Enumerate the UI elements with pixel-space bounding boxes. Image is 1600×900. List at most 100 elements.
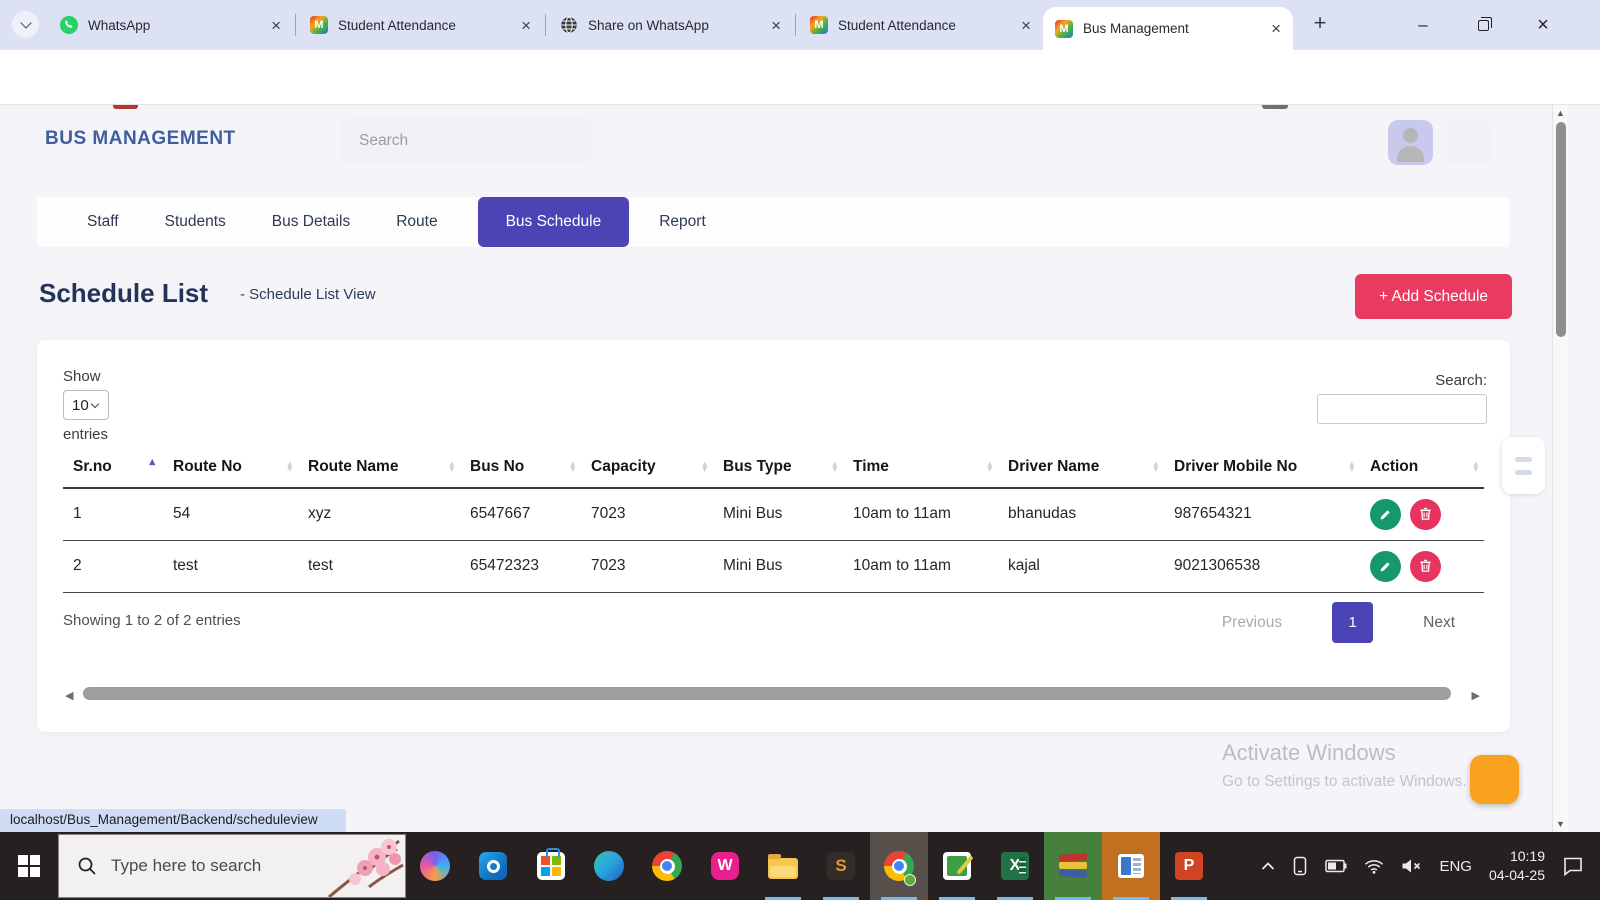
scroll-down-arrow[interactable]: ▼ <box>1556 819 1565 829</box>
windows-taskbar: Type here to search W S X P ENG 10:19 04… <box>0 832 1600 900</box>
activate-windows-subtext: Go to Settings to activate Windows. <box>1222 773 1467 791</box>
language-indicator[interactable]: ENG <box>1439 858 1472 875</box>
nav-item-report[interactable]: Report <box>659 213 706 231</box>
site-brand: BUS MANAGEMENT <box>45 128 236 150</box>
hscroll-right-arrow[interactable]: ▶ <box>1472 689 1480 702</box>
chrome-icon <box>652 851 682 881</box>
attendance-app-icon: M <box>810 16 828 34</box>
site-search-input[interactable] <box>341 118 591 164</box>
col-bus-type[interactable]: Bus Type▴▾ <box>713 446 843 488</box>
nav-item-staff[interactable]: Staff <box>87 213 119 231</box>
tab-search-chevron-button[interactable] <box>12 11 39 38</box>
tab-title: WhatsApp <box>88 18 263 33</box>
window-close-button[interactable]: × <box>1520 0 1566 50</box>
clock[interactable]: 10:19 04-04-25 <box>1489 847 1545 885</box>
nav-item-students[interactable]: Students <box>165 213 226 231</box>
col-capacity[interactable]: Capacity▴▾ <box>581 446 713 488</box>
close-icon[interactable]: × <box>1271 20 1281 37</box>
tab-student-attendance-2[interactable]: M Student Attendance × <box>798 0 1043 50</box>
cell-action <box>1360 488 1484 540</box>
col-srno[interactable]: Sr.no▴ <box>63 446 163 488</box>
taskbar-edge-icon[interactable] <box>580 832 638 900</box>
scroll-up-arrow[interactable]: ▲ <box>1556 108 1565 118</box>
col-bus-no[interactable]: Bus No▴▾ <box>460 446 581 488</box>
col-route-no[interactable]: Route No▴▾ <box>163 446 298 488</box>
nav-item-bus-schedule-active[interactable]: Bus Schedule <box>478 197 630 247</box>
edit-button[interactable] <box>1370 499 1401 530</box>
window-minimize-button[interactable]: – <box>1400 0 1446 50</box>
page-number-button[interactable]: 1 <box>1332 602 1373 643</box>
col-time[interactable]: Time▴▾ <box>843 446 998 488</box>
new-tab-button[interactable]: + <box>1305 10 1335 36</box>
floating-panel-handle[interactable] <box>1502 437 1545 494</box>
add-schedule-button[interactable]: + Add Schedule <box>1355 274 1512 319</box>
taskbar-search-box[interactable]: Type here to search <box>58 834 406 898</box>
chat-widget-button[interactable] <box>1470 755 1519 804</box>
tab-separator <box>545 14 546 36</box>
taskbar-winrar-icon[interactable] <box>1044 832 1102 900</box>
next-page-button[interactable]: Next <box>1423 614 1455 632</box>
taskbar-powerpoint-icon[interactable]: P <box>1160 832 1218 900</box>
outlook-icon <box>479 852 507 880</box>
close-icon[interactable]: × <box>771 17 781 34</box>
vertical-scrollbar[interactable]: ▲ ▼ <box>1552 105 1568 832</box>
phone-link-icon[interactable] <box>1292 856 1308 876</box>
user-avatar[interactable] <box>1388 120 1433 165</box>
col-driver-name[interactable]: Driver Name▴▾ <box>998 446 1164 488</box>
header-secondary-tile[interactable] <box>1447 120 1492 165</box>
delete-button[interactable] <box>1410 551 1441 582</box>
page-title: Schedule List <box>39 278 208 309</box>
battery-icon[interactable] <box>1325 859 1347 873</box>
taskbar-outlook-icon[interactable] <box>464 832 522 900</box>
hscroll-left-arrow[interactable]: ◀ <box>65 689 73 702</box>
nav-item-bus-details[interactable]: Bus Details <box>272 213 350 231</box>
wifi-icon[interactable] <box>1364 859 1384 874</box>
action-center-icon[interactable] <box>1562 856 1584 876</box>
taskbar-photos-icon[interactable] <box>928 832 986 900</box>
col-route-name[interactable]: Route Name▴▾ <box>298 446 460 488</box>
taskbar-sublime-icon[interactable]: S <box>812 832 870 900</box>
cell-srno: 2 <box>63 540 163 592</box>
tab-share-whatsapp[interactable]: Share on WhatsApp × <box>548 0 793 50</box>
edit-button[interactable] <box>1370 551 1401 582</box>
activate-windows-watermark: Activate Windows <box>1222 740 1396 766</box>
close-icon[interactable]: × <box>521 17 531 34</box>
col-driver-mobile[interactable]: Driver Mobile No▴▾ <box>1164 446 1360 488</box>
table-row: 2 test test 65472323 7023 Mini Bus 10am … <box>63 540 1484 592</box>
taskbar-store-icon[interactable] <box>522 832 580 900</box>
previous-page-button[interactable]: Previous <box>1222 614 1282 632</box>
system-tray: ENG 10:19 04-04-25 <box>1261 847 1600 885</box>
tray-expand-chevron-icon[interactable] <box>1261 861 1275 871</box>
close-icon[interactable]: × <box>1021 17 1031 34</box>
tab-student-attendance-1[interactable]: M Student Attendance × <box>298 0 543 50</box>
nav-item-route[interactable]: Route <box>396 213 437 231</box>
window-restore-button[interactable] <box>1460 0 1506 50</box>
taskbar-chrome-icon[interactable] <box>638 832 696 900</box>
taskbar-copilot-icon[interactable] <box>406 832 464 900</box>
horizontal-scrollbar-thumb[interactable] <box>83 687 1451 700</box>
volume-muted-icon[interactable] <box>1401 858 1422 874</box>
cell-time: 10am to 11am <box>843 488 998 540</box>
delete-button[interactable] <box>1410 499 1441 530</box>
start-button[interactable] <box>0 832 58 900</box>
page-size-select[interactable]: 10 <box>63 390 109 420</box>
taskbar-chrome-active-icon[interactable] <box>870 832 928 900</box>
sort-icon: ▴▾ <box>1473 461 1478 472</box>
col-action[interactable]: Action▴▾ <box>1360 446 1484 488</box>
close-icon[interactable]: × <box>271 17 281 34</box>
table-search-input[interactable] <box>1317 394 1487 424</box>
excel-icon: X <box>1001 852 1029 880</box>
table-info-text: Showing 1 to 2 of 2 entries <box>63 612 241 629</box>
taskbar-wamp-icon[interactable]: W <box>696 832 754 900</box>
sort-icon: ▴▾ <box>832 461 837 472</box>
tab-bus-management-active[interactable]: M Bus Management × <box>1043 7 1293 50</box>
tab-whatsapp[interactable]: WhatsApp × <box>48 0 293 50</box>
sort-asc-icon: ▴ <box>149 455 155 468</box>
page-size-value: 10 <box>72 397 89 414</box>
sort-icon: ▴▾ <box>702 461 707 472</box>
vertical-scrollbar-thumb[interactable] <box>1556 122 1566 337</box>
globe-icon <box>560 16 578 34</box>
taskbar-window-app-icon[interactable] <box>1102 832 1160 900</box>
taskbar-excel-icon[interactable]: X <box>986 832 1044 900</box>
taskbar-file-explorer-icon[interactable] <box>754 832 812 900</box>
